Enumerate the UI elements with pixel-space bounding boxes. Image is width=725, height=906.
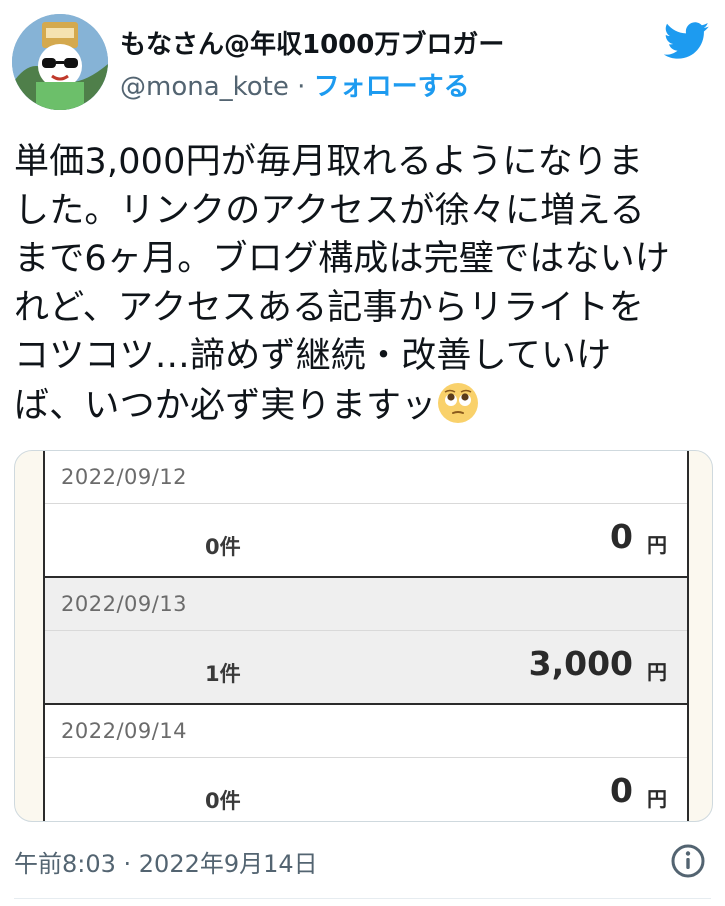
pleading-face-emoji-icon xyxy=(438,382,479,423)
entry-unit: 円 xyxy=(647,660,667,684)
entry-divider xyxy=(45,503,687,504)
author-handle-row: @mona_kote · フォローする xyxy=(120,66,470,103)
entry-divider xyxy=(45,630,687,631)
follow-button[interactable]: フォローする xyxy=(314,72,470,102)
author-handle[interactable]: @mona_kote xyxy=(120,72,289,102)
author-display-name[interactable]: もなさん@年収1000万ブロガー xyxy=(120,24,504,61)
entry-date: 2022/09/14 xyxy=(61,719,188,743)
entry-count: 0件 xyxy=(205,535,241,559)
entry-unit: 円 xyxy=(647,533,667,557)
tweet-timestamp[interactable]: 午前8:03 · 2022年9月14日 xyxy=(14,844,318,879)
entry-count: 0件 xyxy=(205,789,241,813)
entry-date: 2022/09/12 xyxy=(61,465,188,489)
ledger-entry: 2022/09/13 1件 3,000 円 xyxy=(45,578,687,705)
entry-amount: 0 xyxy=(610,771,633,810)
entry-count: 1件 xyxy=(205,662,241,686)
twitter-bird-icon[interactable] xyxy=(664,22,710,60)
tweet-media-image[interactable]: 2022/09/12 0件 0 円 2022/09/13 1件 3,000 円 … xyxy=(14,450,713,822)
tweet-text-block: 単価3,000円が毎月取れるようになりま した。リンクのアクセスが徐々に増える … xyxy=(14,138,714,430)
ledger-entry: 2022/09/12 0件 0 円 xyxy=(45,451,687,578)
handle-separator: · xyxy=(297,72,306,102)
entry-amount: 3,000 xyxy=(528,644,633,683)
avatar-illustration xyxy=(12,14,108,110)
entry-amount: 0 xyxy=(610,517,633,556)
avatar[interactable] xyxy=(12,14,108,110)
entry-divider xyxy=(45,757,687,758)
earnings-ledger: 2022/09/12 0件 0 円 2022/09/13 1件 3,000 円 … xyxy=(43,451,689,821)
footer-divider xyxy=(14,898,711,899)
info-circle-icon[interactable] xyxy=(670,843,706,879)
tweet-text: 単価3,000円が毎月取れるようになりま した。リンクのアクセスが徐々に増える … xyxy=(14,142,671,426)
entry-unit: 円 xyxy=(647,787,667,811)
ledger-entry: 2022/09/14 0件 0 円 xyxy=(45,705,687,821)
entry-date: 2022/09/13 xyxy=(61,592,188,616)
